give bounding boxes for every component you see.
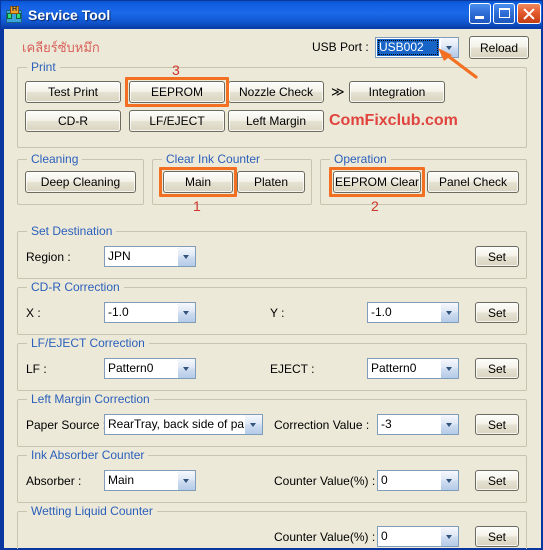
window-title: Service Tool — [28, 6, 111, 23]
chevron-right-icon: ≫ — [331, 84, 345, 99]
group-set-destination-legend: Set Destination — [27, 224, 117, 238]
set-destination-set-button[interactable]: Set — [475, 246, 519, 267]
annotation-step-3: 3 — [172, 62, 180, 78]
client-area: เคลียร์ซับหมึก USB Port : USB002 Reload … — [4, 29, 541, 549]
left-margin-correction-value: -3 — [381, 417, 392, 431]
paper-source-select[interactable]: RearTray, back side of paper — [104, 414, 263, 435]
eject-select[interactable]: Pattern0 — [367, 358, 459, 379]
lf-value: Pattern0 — [108, 361, 154, 375]
usb-port-select[interactable]: USB002 — [375, 37, 459, 58]
group-left-margin-correction-legend: Left Margin Correction — [27, 392, 154, 406]
main-button[interactable]: Main — [163, 171, 233, 193]
cdr-x-value: -1.0 — [108, 305, 129, 319]
group-ink-absorber-counter-legend: Ink Absorber Counter — [27, 448, 149, 462]
reload-button[interactable]: Reload — [469, 36, 529, 59]
test-print-button[interactable]: Test Print — [25, 81, 121, 103]
integration-button[interactable]: Integration — [349, 81, 445, 103]
chevron-down-icon[interactable] — [244, 415, 262, 434]
window-controls — [469, 3, 541, 24]
left-margin-set-button[interactable]: Set — [475, 414, 519, 435]
eeprom-clear-button[interactable]: EEPROM Clear — [333, 171, 421, 193]
minimize-icon — [475, 16, 484, 19]
paper-source-value: RearTray, back side of paper — [108, 417, 244, 431]
usb-port-value: USB002 — [377, 39, 439, 56]
chevron-down-icon[interactable] — [440, 303, 458, 322]
lf-eject-set-button[interactable]: Set — [475, 358, 519, 379]
group-cleaning-legend: Cleaning — [27, 152, 83, 166]
chevron-down-icon[interactable] — [440, 38, 458, 57]
absorber-select[interactable]: Main — [104, 470, 196, 491]
chevron-down-icon[interactable] — [177, 247, 195, 266]
cdr-x-label: X : — [26, 306, 41, 320]
ink-absorber-counter-value: 0 — [381, 473, 388, 487]
deep-cleaning-button[interactable]: Deep Cleaning — [25, 171, 136, 193]
left-margin-correction-label: Correction Value : — [274, 418, 370, 432]
eject-label: EJECT : — [270, 362, 315, 376]
lf-eject-button[interactable]: LF/EJECT — [129, 110, 225, 132]
cdr-y-select[interactable]: -1.0 — [367, 302, 459, 323]
left-margin-button[interactable]: Left Margin — [228, 110, 324, 132]
panel-check-button[interactable]: Panel Check — [427, 171, 519, 193]
minimize-button[interactable] — [469, 3, 491, 24]
left-margin-correction-select[interactable]: -3 — [377, 414, 459, 435]
wetting-set-button[interactable]: Set — [475, 526, 519, 547]
chevron-down-icon[interactable] — [177, 471, 195, 490]
annotation-step-2: 2 — [371, 198, 379, 214]
nozzle-check-button[interactable]: Nozzle Check — [228, 81, 324, 103]
usb-port-label: USB Port : — [312, 40, 369, 54]
watermark-text: ComFixclub.com — [329, 112, 458, 129]
group-wetting-liquid-counter-legend: Wetting Liquid Counter — [27, 504, 157, 518]
region-value: JPN — [108, 249, 131, 263]
region-label: Region : — [26, 250, 71, 264]
chevron-down-icon[interactable] — [440, 527, 458, 546]
chevron-down-icon[interactable] — [177, 303, 195, 322]
ink-absorber-counter-label: Counter Value(%) : — [274, 474, 376, 488]
group-set-destination: Set Destination — [17, 224, 527, 279]
absorber-label: Absorber : — [26, 474, 82, 488]
chevron-down-icon[interactable] — [177, 359, 195, 378]
lf-select[interactable]: Pattern0 — [104, 358, 196, 379]
ink-absorber-counter-select[interactable]: 0 — [377, 470, 459, 491]
paper-source-label: Paper Source : — [26, 418, 107, 432]
cdr-x-select[interactable]: -1.0 — [104, 302, 196, 323]
cdr-y-label: Y : — [270, 306, 285, 320]
cdr-button[interactable]: CD-R — [25, 110, 121, 132]
ink-absorber-set-button[interactable]: Set — [475, 470, 519, 491]
absorber-value: Main — [108, 473, 135, 487]
app-icon: H — [5, 5, 23, 24]
title-bar[interactable]: H Service Tool — [1, 1, 542, 29]
group-clear-ink-counter-legend: Clear Ink Counter — [162, 152, 265, 166]
group-cdr-correction-legend: CD-R Correction — [27, 280, 124, 294]
wetting-counter-select[interactable]: 0 — [377, 526, 459, 547]
wetting-counter-label: Counter Value(%) : — [274, 530, 376, 544]
service-tool-window: H Service Tool เคลียร์ซับหมึก USB Port :… — [0, 0, 543, 550]
eeprom-button[interactable]: EEPROM — [129, 81, 225, 103]
thai-note: เคลียร์ซับหมึก — [22, 40, 100, 55]
cdr-y-value: -1.0 — [371, 305, 392, 319]
chevron-down-icon[interactable] — [440, 471, 458, 490]
platen-button[interactable]: Platen — [237, 171, 305, 193]
close-button[interactable] — [517, 3, 541, 24]
annotation-step-1: 1 — [193, 198, 201, 214]
chevron-down-icon[interactable] — [440, 415, 458, 434]
group-lf-eject-correction-legend: LF/EJECT Correction — [27, 336, 149, 350]
group-operation-legend: Operation — [330, 152, 391, 166]
cdr-correction-set-button[interactable]: Set — [475, 302, 519, 323]
group-print: Print — [17, 60, 527, 148]
lf-label: LF : — [26, 362, 47, 376]
wetting-counter-value: 0 — [381, 529, 388, 543]
maximize-icon — [499, 8, 510, 18]
eject-value: Pattern0 — [371, 361, 417, 375]
chevron-down-icon[interactable] — [440, 359, 458, 378]
group-print-legend: Print — [27, 60, 60, 74]
region-select[interactable]: JPN — [104, 246, 196, 267]
maximize-button[interactable] — [493, 3, 515, 24]
